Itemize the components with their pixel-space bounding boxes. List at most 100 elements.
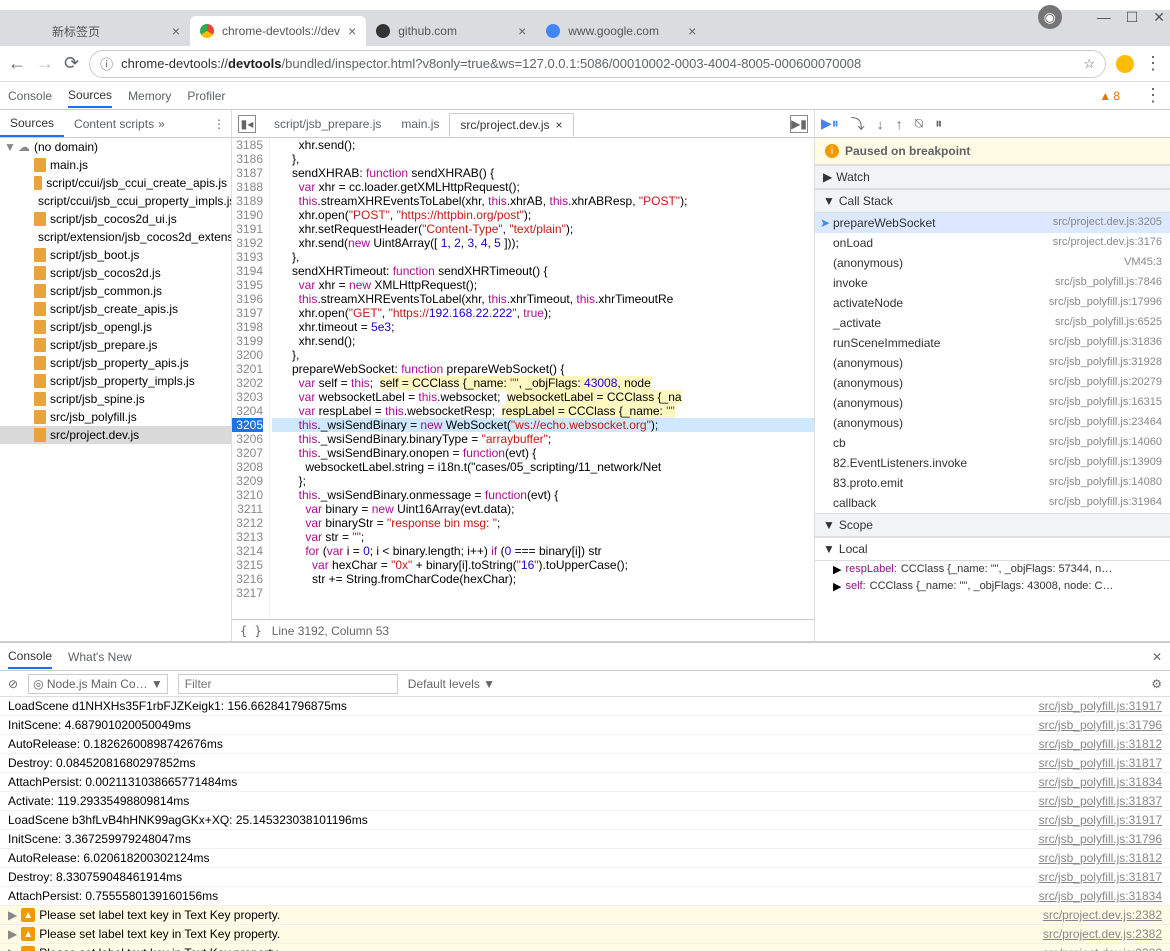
scope-section[interactable]: ▼Scope (815, 513, 1170, 537)
callstack-frame[interactable]: runSceneImmediatesrc/jsb_polyfill.js:318… (815, 333, 1170, 353)
console-log-row[interactable]: AutoRelease: 0.18262600898742676mssrc/js… (0, 735, 1170, 754)
log-location[interactable]: src/jsb_polyfill.js:31817 (1039, 756, 1162, 770)
console-log-row[interactable]: AttachPersist: 0.0021131038665771484mssr… (0, 773, 1170, 792)
console-log-row[interactable]: LoadScene b3hfLvB4hHNK99agGKx+XQ: 25.145… (0, 811, 1170, 830)
log-location[interactable]: src/project.dev.js:2382 (1043, 927, 1162, 941)
close-window-button[interactable]: ✕ (1153, 9, 1165, 26)
console-log[interactable]: LoadScene d1NHXHs35F1rbFJZKeigk1: 156.66… (0, 697, 1170, 951)
log-levels-select[interactable]: Default levels ▼ (408, 677, 495, 691)
close-editor-tab[interactable]: × (556, 118, 563, 132)
bookmark-star-icon[interactable]: ☆ (1083, 56, 1095, 72)
file-tree-item[interactable]: script/ccui/jsb_ccui_create_apis.js (0, 174, 231, 192)
step-out-button[interactable]: ↑ (896, 116, 903, 132)
navigator-more[interactable]: ⋮ (207, 117, 231, 131)
console-tab[interactable]: Console (8, 645, 52, 669)
back-button[interactable]: ← (8, 53, 26, 74)
log-location[interactable]: src/jsb_polyfill.js:31796 (1039, 832, 1162, 846)
toggle-navigator-button[interactable]: ▮◂ (238, 115, 256, 133)
file-tree-item[interactable]: script/jsb_property_apis.js (0, 354, 231, 372)
maximize-button[interactable]: ☐ (1126, 9, 1139, 26)
file-tree-item[interactable]: src/jsb_polyfill.js (0, 408, 231, 426)
callstack-frame[interactable]: (anonymous)src/jsb_polyfill.js:23464 (815, 413, 1170, 433)
callstack-section[interactable]: ▼Call Stack (815, 189, 1170, 213)
devtools-menu[interactable]: ⋮ (1144, 85, 1162, 106)
extension-icon[interactable] (1116, 55, 1134, 73)
warnings-badge[interactable]: ▲ 8 (1099, 89, 1120, 103)
log-location[interactable]: src/project.dev.js:2382 (1043, 908, 1162, 922)
console-settings-icon[interactable]: ⚙ (1151, 677, 1162, 691)
callstack-frame[interactable]: (anonymous)src/jsb_polyfill.js:16315 (815, 393, 1170, 413)
deactivate-breakpoints-button[interactable]: ⍉ (915, 115, 923, 132)
scope-variable[interactable]: ▶respLabel: CCClass {_name: "", _objFlag… (815, 561, 1170, 578)
whats-new-tab[interactable]: What's New (68, 646, 132, 668)
log-location[interactable]: src/jsb_polyfill.js:31917 (1039, 813, 1162, 827)
callstack-frame[interactable]: (anonymous)src/jsb_polyfill.js:31928 (815, 353, 1170, 373)
callstack-frame[interactable]: ➤prepareWebSocketsrc/project.dev.js:3205 (815, 213, 1170, 233)
log-location[interactable]: src/jsb_polyfill.js:31834 (1039, 889, 1162, 903)
callstack-frame[interactable]: 83.proto.emitsrc/jsb_polyfill.js:14080 (815, 473, 1170, 493)
sources-pane-tab[interactable]: Sources (0, 110, 64, 137)
console-log-row[interactable]: InitScene: 4.687901020050049mssrc/jsb_po… (0, 716, 1170, 735)
log-location[interactable]: src/jsb_polyfill.js:31812 (1039, 851, 1162, 865)
scope-variable[interactable]: ▶self: CCClass {_name: "", _objFlags: 43… (815, 578, 1170, 595)
code-editor[interactable]: 3185318631873188318931903191319231933194… (232, 138, 814, 619)
console-log-row[interactable]: ▲Please set label text key in Text Key p… (0, 944, 1170, 951)
callstack-frame[interactable]: callbacksrc/jsb_polyfill.js:31964 (815, 493, 1170, 513)
callstack-frame[interactable]: (anonymous)VM45:3 (815, 253, 1170, 273)
callstack-frame[interactable]: _activatesrc/jsb_polyfill.js:6525 (815, 313, 1170, 333)
log-location[interactable]: src/jsb_polyfill.js:31817 (1039, 870, 1162, 884)
show-function-button[interactable]: ▶▮ (790, 115, 808, 133)
console-context[interactable]: ◎ Node.js Main Co… ▼ (28, 674, 168, 694)
clear-console-button[interactable]: ⊘ (8, 677, 18, 691)
file-tree-item[interactable]: src/project.dev.js (0, 426, 231, 444)
log-location[interactable]: src/jsb_polyfill.js:31812 (1039, 737, 1162, 751)
profile-avatar[interactable]: ◉ (1038, 5, 1062, 29)
log-location[interactable]: src/jsb_polyfill.js:31837 (1039, 794, 1162, 808)
code-content[interactable]: xhr.send(); }, sendXHRAB: function sendX… (270, 138, 814, 619)
step-into-button[interactable]: ↓ (877, 116, 884, 132)
file-tree-item[interactable]: script/jsb_property_impls.js (0, 372, 231, 390)
file-tree-item[interactable]: script/jsb_cocos2d_ui.js (0, 210, 231, 228)
log-location[interactable]: src/project.dev.js:2382 (1043, 946, 1162, 951)
devtools-tab-profiler[interactable]: Profiler (187, 85, 225, 107)
browser-tab-0[interactable]: 新标签页× (20, 16, 190, 46)
browser-tab-3[interactable]: www.google.com× (536, 16, 706, 46)
file-tree-item[interactable]: script/extension/jsb_cocos2d_extension.j… (0, 228, 231, 246)
format-code-button[interactable]: { } (240, 624, 262, 638)
console-log-row[interactable]: AttachPersist: 0.7555580139160156mssrc/j… (0, 887, 1170, 906)
callstack-frame[interactable]: activateNodesrc/jsb_polyfill.js:17996 (815, 293, 1170, 313)
local-scope[interactable]: ▼Local (815, 537, 1170, 561)
file-tree-item[interactable]: script/jsb_common.js (0, 282, 231, 300)
minimize-button[interactable]: — (1097, 9, 1111, 25)
callstack-frame[interactable]: (anonymous)src/jsb_polyfill.js:20279 (815, 373, 1170, 393)
console-log-row[interactable]: Destroy: 8.330759048461914mssrc/jsb_poly… (0, 868, 1170, 887)
file-tree-item[interactable]: script/jsb_cocos2d.js (0, 264, 231, 282)
pause-exceptions-button[interactable]: ⏸ (935, 115, 942, 132)
line-gutter[interactable]: 3185318631873188318931903191319231933194… (232, 138, 270, 619)
editor-tab[interactable]: script/jsb_prepare.js (264, 112, 391, 136)
watch-section[interactable]: ▶Watch (815, 165, 1170, 189)
site-info-icon[interactable]: ⓘ (100, 54, 113, 73)
close-tab-icon[interactable]: × (688, 23, 696, 39)
file-tree-item[interactable]: script/jsb_prepare.js (0, 336, 231, 354)
log-location[interactable]: src/jsb_polyfill.js:31796 (1039, 718, 1162, 732)
console-log-row[interactable]: ▲Please set label text key in Text Key p… (0, 925, 1170, 944)
callstack-frame[interactable]: invokesrc/jsb_polyfill.js:7846 (815, 273, 1170, 293)
editor-tab[interactable]: src/project.dev.js× (449, 113, 573, 137)
editor-tab[interactable]: main.js (391, 112, 449, 136)
devtools-tab-console[interactable]: Console (8, 85, 52, 107)
close-tab-icon[interactable]: × (172, 23, 180, 39)
callstack-frame[interactable]: 82.EventListeners.invokesrc/jsb_polyfill… (815, 453, 1170, 473)
file-tree-item[interactable]: script/ccui/jsb_ccui_property_impls.js (0, 192, 231, 210)
log-location[interactable]: src/jsb_polyfill.js:31834 (1039, 775, 1162, 789)
devtools-tab-memory[interactable]: Memory (128, 85, 171, 107)
file-tree-item[interactable]: script/jsb_opengl.js (0, 318, 231, 336)
address-bar[interactable]: ⓘ chrome-devtools://devtools/bundled/ins… (89, 50, 1106, 78)
file-tree-item[interactable]: main.js (0, 156, 231, 174)
console-filter-input[interactable] (178, 674, 398, 694)
resume-button[interactable]: ▶⏸ (821, 115, 839, 132)
console-log-row[interactable]: Activate: 119.29335498809814mssrc/jsb_po… (0, 792, 1170, 811)
browser-tab-2[interactable]: github.com× (366, 16, 536, 46)
step-over-button[interactable]: ⤵ (851, 114, 865, 134)
callstack-frame[interactable]: onLoadsrc/project.dev.js:3176 (815, 233, 1170, 253)
